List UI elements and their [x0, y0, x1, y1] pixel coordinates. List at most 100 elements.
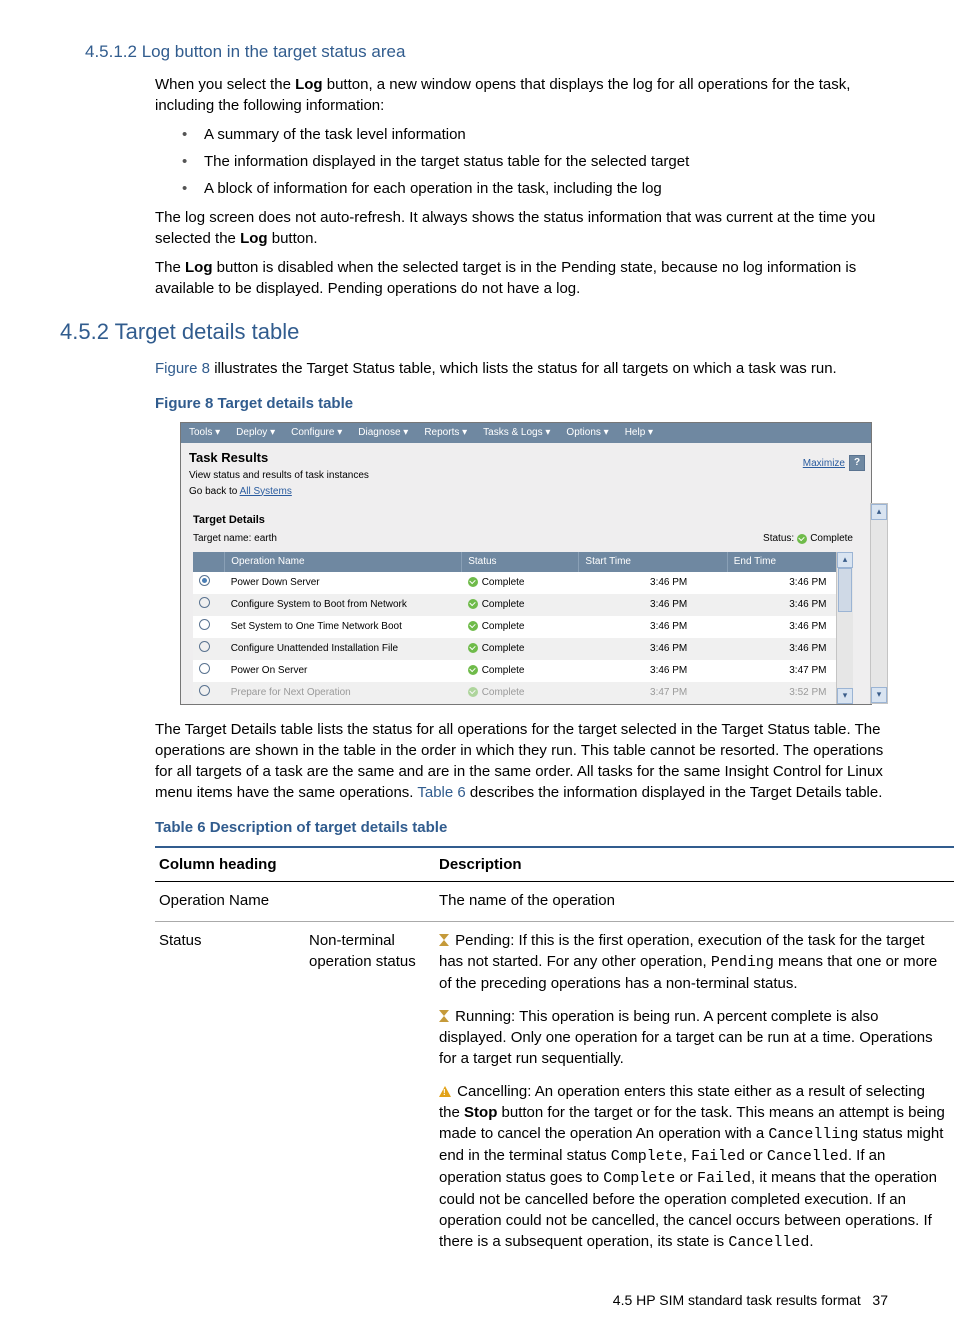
- scroll-down-icon[interactable]: ▾: [871, 687, 887, 703]
- row-end: 3:46 PM: [727, 594, 852, 616]
- inner-scrollbar[interactable]: ▴ ▾: [836, 552, 853, 704]
- radio-icon[interactable]: [199, 575, 210, 586]
- th-blank: [305, 847, 435, 882]
- figure-8-caption: Figure 8 Target details table: [155, 393, 894, 414]
- para-4512-3: The Log button is disabled when the sele…: [155, 257, 894, 299]
- log-word: Log: [240, 230, 268, 247]
- table-row[interactable]: Power On ServerComplete3:46 PM3:47 PM: [193, 660, 853, 682]
- row-op: Prepare for Next Operation: [225, 682, 462, 704]
- all-systems-link[interactable]: All Systems: [240, 486, 292, 497]
- table-6-link[interactable]: Table 6: [417, 784, 465, 801]
- target-name-value: earth: [254, 533, 277, 544]
- row-radio[interactable]: [193, 638, 225, 660]
- figure-8-link[interactable]: Figure 8: [155, 360, 210, 377]
- row-radio[interactable]: [193, 682, 225, 704]
- app-menubar: Tools ▾ Deploy ▾ Configure ▾ Diagnose ▾ …: [181, 423, 871, 443]
- menu-tools[interactable]: Tools ▾: [181, 423, 228, 443]
- row-radio[interactable]: [193, 572, 225, 594]
- task-results-header: Task Results View status and results of …: [181, 443, 871, 503]
- row-status: Complete: [462, 660, 579, 682]
- row-status: Complete: [462, 594, 579, 616]
- bullet-list-4512: A summary of the task level information …: [170, 124, 894, 199]
- row-end: 3:46 PM: [727, 572, 852, 594]
- scroll-thumb[interactable]: [838, 568, 852, 612]
- radio-icon[interactable]: [199, 619, 210, 630]
- hourglass-icon: [439, 934, 449, 946]
- code: Cancelled: [728, 1234, 809, 1251]
- table-row[interactable]: Set System to One Time Network BootCompl…: [193, 616, 853, 638]
- menu-options[interactable]: Options ▾: [558, 423, 616, 443]
- check-icon: [468, 621, 478, 631]
- t: or: [745, 1147, 767, 1164]
- radio-icon[interactable]: [199, 641, 210, 652]
- para-4512-1: When you select the Log button, a new wi…: [155, 74, 894, 116]
- menu-configure[interactable]: Configure ▾: [283, 423, 350, 443]
- check-icon: [468, 665, 478, 675]
- menu-reports[interactable]: Reports ▾: [416, 423, 475, 443]
- check-icon: [468, 643, 478, 653]
- cell-blank: [305, 882, 435, 922]
- table-row[interactable]: Power Down ServerComplete3:46 PM3:46 PM: [193, 572, 853, 594]
- scroll-down-icon[interactable]: ▾: [837, 688, 853, 704]
- col-start[interactable]: Start Time: [579, 552, 727, 572]
- overall-status: Status: Complete: [763, 532, 853, 546]
- row-end: 3:46 PM: [727, 638, 852, 660]
- cell-status: Status: [155, 922, 305, 1264]
- scroll-up-icon[interactable]: ▴: [871, 504, 887, 520]
- table-row[interactable]: Prepare for Next OperationComplete3:47 P…: [193, 682, 853, 704]
- target-name-label: Target name:: [193, 533, 254, 544]
- code: Cancelled: [767, 1148, 848, 1165]
- code: Complete: [611, 1148, 683, 1165]
- cell-op-desc: The name of the operation: [435, 882, 954, 922]
- table-row[interactable]: Configure Unattended Installation FileCo…: [193, 638, 853, 660]
- menu-deploy[interactable]: Deploy ▾: [228, 423, 283, 443]
- col-select[interactable]: [193, 552, 225, 572]
- menu-help[interactable]: Help ▾: [617, 423, 661, 443]
- code: Failed: [691, 1148, 745, 1165]
- row-radio[interactable]: [193, 660, 225, 682]
- check-icon: [468, 687, 478, 697]
- t: Go back to: [189, 486, 240, 497]
- th-column-heading: Column heading: [155, 847, 305, 882]
- para-452-after-fig: The Target Details table lists the statu…: [155, 719, 894, 803]
- warning-icon: [439, 1086, 451, 1097]
- row-end: 3:47 PM: [727, 660, 852, 682]
- row-radio[interactable]: [193, 594, 225, 616]
- row-radio[interactable]: [193, 616, 225, 638]
- scroll-up-icon[interactable]: ▴: [837, 552, 853, 568]
- radio-icon[interactable]: [199, 597, 210, 608]
- row-op: Configure System to Boot from Network: [225, 594, 462, 616]
- hourglass-icon: [439, 1010, 449, 1022]
- breadcrumb: Go back to All Systems: [189, 485, 863, 499]
- status-label: Status:: [763, 532, 794, 546]
- col-end[interactable]: End Time: [727, 552, 852, 572]
- status-value: Complete: [810, 532, 853, 546]
- outer-scrollbar[interactable]: ▴ ▾: [870, 503, 888, 704]
- row-start: 3:46 PM: [579, 638, 727, 660]
- radio-icon[interactable]: [199, 685, 210, 696]
- row-op: Set System to One Time Network Boot: [225, 616, 462, 638]
- code: Failed: [697, 1170, 751, 1187]
- figure-body: ▴ ▾ Target Details Target name: earth St…: [181, 503, 871, 704]
- log-word: Log: [295, 76, 323, 93]
- radio-icon[interactable]: [199, 663, 210, 674]
- menu-diagnose[interactable]: Diagnose ▾: [350, 423, 416, 443]
- maximize-link[interactable]: Maximize: [803, 457, 845, 471]
- help-button[interactable]: ?: [849, 455, 865, 471]
- cell-status-sub: Non-terminal operation status: [305, 922, 435, 1264]
- row-start: 3:47 PM: [579, 682, 727, 704]
- t: ,: [683, 1147, 691, 1164]
- row-end: 3:46 PM: [727, 616, 852, 638]
- para-4512-2: The log screen does not auto-refresh. It…: [155, 207, 894, 249]
- col-status[interactable]: Status: [462, 552, 579, 572]
- stop-word: Stop: [464, 1104, 497, 1121]
- col-operation[interactable]: Operation Name: [225, 552, 462, 572]
- row-start: 3:46 PM: [579, 572, 727, 594]
- row-op: Power Down Server: [225, 572, 462, 594]
- table-6: Column heading Description Operation Nam…: [155, 846, 954, 1263]
- menu-tasks-logs[interactable]: Tasks & Logs ▾: [475, 423, 558, 443]
- table-row[interactable]: Configure System to Boot from NetworkCom…: [193, 594, 853, 616]
- heading-4512: 4.5.1.2 Log button in the target status …: [85, 40, 894, 64]
- page-footer: 4.5 HP SIM standard task results format …: [60, 1291, 894, 1311]
- row-start: 3:46 PM: [579, 660, 727, 682]
